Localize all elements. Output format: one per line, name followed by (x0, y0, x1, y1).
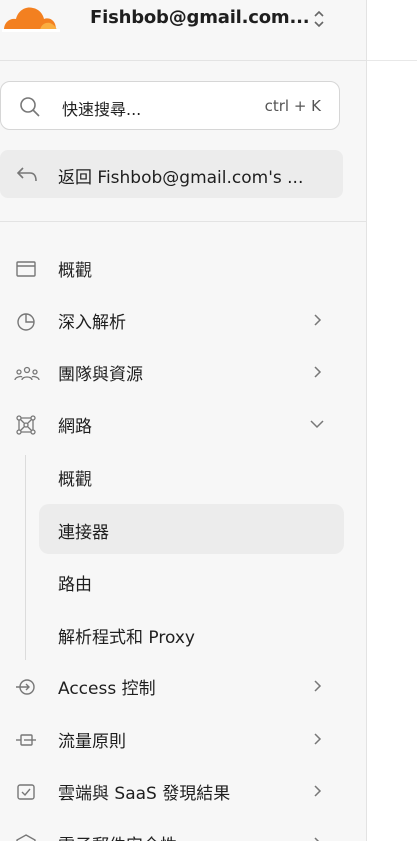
nav-item-label: 雲端與 SaaS 發現結果 (58, 784, 231, 804)
pie-chart-icon (14, 309, 38, 333)
back-to-account-button[interactable]: 返回 Fishbob@gmail.com's ... (0, 150, 343, 198)
access-icon (14, 675, 38, 699)
nav-item-overview[interactable]: 概觀 (0, 246, 366, 290)
nav-item-cloud-saas-findings[interactable]: 雲端與 SaaS 發現結果 (0, 769, 366, 813)
nav-item-teams-resources[interactable]: 團隊與資源 (0, 350, 366, 394)
chevron-right-icon (309, 835, 325, 841)
submenu-guide-line (25, 455, 26, 660)
subnav-item-label: 解析程式和 Proxy (58, 628, 195, 648)
people-group-icon (14, 361, 40, 385)
chevron-right-icon (309, 783, 325, 799)
nav-item-label: 流量原則 (58, 732, 126, 752)
traffic-policy-icon (14, 728, 38, 752)
nav-item-label: 團隊與資源 (58, 365, 143, 385)
cloudflare-logo-icon[interactable] (2, 2, 60, 32)
divider (0, 221, 366, 222)
nav-item-networks[interactable]: 網路 (0, 402, 366, 446)
nav-item-label: 電子郵件安全性 (58, 831, 177, 841)
chevron-down-icon (309, 416, 325, 432)
nav-item-label: Access 控制 (58, 679, 156, 699)
chevron-right-icon (309, 731, 325, 747)
subnav-item-resolvers-proxy[interactable]: 解析程式和 Proxy (39, 609, 344, 659)
window-icon (14, 257, 38, 281)
search-placeholder: 快速搜尋... (62, 100, 142, 119)
search-icon (19, 96, 41, 118)
subnav-item-label: 連接器 (58, 523, 109, 543)
nav-item-email-security[interactable]: 電子郵件安全性 (0, 821, 366, 841)
nav-item-label: 網路 (58, 417, 92, 437)
subnav-item-label: 概觀 (58, 470, 92, 490)
nav-item-access-controls[interactable]: Access 控制 (0, 664, 366, 708)
account-header: Fishbob@gmail.com... (0, 0, 366, 61)
nav-item-label: 概觀 (58, 261, 92, 281)
subnav-item-label: 路由 (58, 575, 92, 595)
back-arrow-icon (16, 165, 38, 183)
sidebar: Fishbob@gmail.com... 快速搜尋... ctrl + K 返回… (0, 0, 367, 841)
cloud-findings-icon (14, 780, 38, 804)
network-icon (14, 413, 38, 437)
account-name[interactable]: Fishbob@gmail.com... (90, 7, 310, 28)
account-switch-chevron-icon[interactable] (311, 8, 327, 30)
search-shortcut-hint: ctrl + K (264, 97, 321, 115)
subnav-item-networks-overview[interactable]: 概觀 (39, 451, 344, 501)
chevron-right-icon (309, 364, 325, 380)
subnav-item-connectors[interactable]: 連接器 (39, 504, 344, 554)
subnav-item-routes[interactable]: 路由 (39, 556, 344, 606)
back-label: 返回 Fishbob@gmail.com's ... (58, 168, 304, 188)
content-header-divider (367, 60, 417, 61)
nav-item-insights[interactable]: 深入解析 (0, 298, 366, 342)
nav-item-label: 深入解析 (58, 313, 126, 333)
quick-search-input[interactable]: 快速搜尋... ctrl + K (0, 81, 340, 130)
email-security-icon (14, 832, 38, 841)
chevron-right-icon (309, 312, 325, 328)
nav-item-traffic-policies[interactable]: 流量原則 (0, 717, 366, 761)
chevron-right-icon (309, 678, 325, 694)
